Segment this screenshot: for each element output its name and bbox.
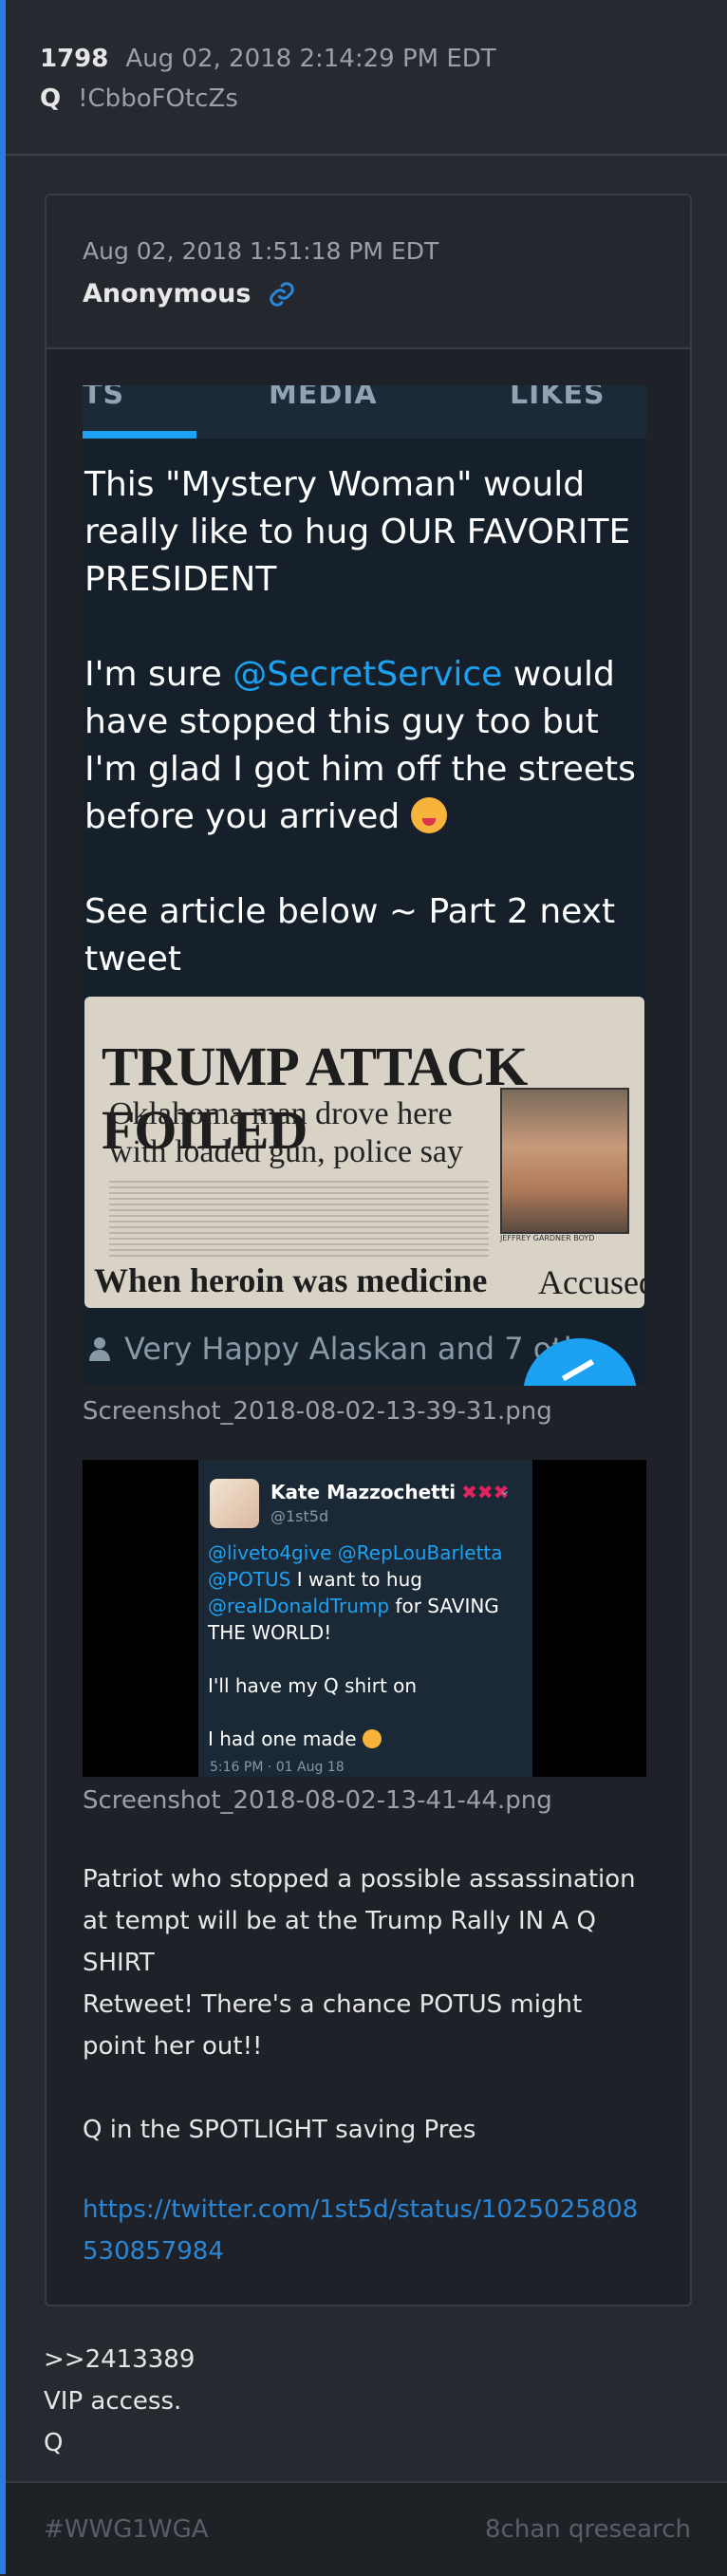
newspaper-subhead: Oklahoma man drove here with loaded gun,… — [109, 1096, 463, 1169]
twitter-link[interactable]: https://twitter.com/1st5d/status/1025025… — [83, 2189, 652, 2272]
tweet-card: Kate Mazzochetti ✖✖✖ @1st5d ⌄ @liveto4gi… — [198, 1460, 532, 1777]
person-icon — [89, 1337, 110, 1361]
quoted-timestamp: Aug 02, 2018 1:51:18 PM EDT — [83, 237, 439, 265]
quoted-post-header: Aug 02, 2018 1:51:18 PM EDT Anonymous — [47, 196, 690, 349]
tab-media: MEDIA — [269, 385, 378, 411]
header-divider — [6, 154, 727, 156]
post-header: 1798 Aug 02, 2018 2:14:29 PM EDT Q !Cbbo… — [40, 42, 704, 116]
tweet-body: @liveto4give @RepLouBarletta @POTUS I wan… — [208, 1541, 503, 1750]
tweet-line-1: This "Mystery Woman" would really like t… — [84, 465, 631, 599]
image1-filename[interactable]: Screenshot_2018-08-02-13-39-31.png — [83, 1397, 552, 1426]
newspaper-bottom-headline-2: Accused — [538, 1263, 644, 1301]
tweet-text: This "Mystery Woman" would really like t… — [84, 461, 640, 1031]
newspaper-clipping: TRUMP ATTACK FOILED Oklahoma man drove h… — [84, 997, 644, 1308]
quoted-author: Anonymous — [83, 279, 252, 308]
quoted-author-row: Anonymous — [83, 279, 296, 308]
post-footer: #WWG1WGA 8chan qresearch — [6, 2481, 727, 2576]
mugshot-photo — [500, 1088, 629, 1234]
tongue-emoji-icon — [410, 797, 447, 833]
reply-signature: Q — [44, 2429, 64, 2457]
quoted-paragraph-1: Patriot who stopped a possible assassina… — [83, 1865, 636, 1977]
twitter-tabs: TS MEDIA LIKES — [83, 385, 646, 439]
likes-row: Very Happy Alaskan and 7 othe — [88, 1331, 602, 1367]
newspaper-masthead — [84, 1002, 644, 1013]
chevron-down-icon: ⌄ — [498, 1481, 512, 1499]
likes-text: Very Happy Alaskan and 7 othe — [124, 1331, 602, 1367]
tongue-emoji-icon — [362, 1729, 382, 1748]
mention-secretservice: @SecretService — [233, 655, 503, 694]
hashtag: #WWG1WGA — [44, 2515, 209, 2544]
tweet-line-2: I'm sure @SecretService would have stopp… — [84, 655, 636, 836]
post-tripcode: !CbboFOtcZs — [78, 84, 238, 113]
link-icon[interactable] — [268, 280, 296, 308]
quoted-paragraph-2: Retweet! There's a chance POTUS might po… — [83, 1990, 583, 2061]
tab-tweets: TS — [83, 385, 125, 411]
post-timestamp: Aug 02, 2018 2:14:29 PM EDT — [125, 45, 496, 73]
newspaper-bottom-headline: When heroin was medicine — [94, 1261, 488, 1299]
tweet-time: 5:16 PM · 01 Aug 18 — [210, 1760, 345, 1775]
newspaper-columns — [109, 1181, 489, 1257]
attached-image-tweet-screenshot-2[interactable]: Kate Mazzochetti ✖✖✖ @1st5d ⌄ @liveto4gi… — [83, 1460, 646, 1777]
reply-reference-link[interactable]: >>2413389 — [44, 2341, 195, 2379]
image2-filename[interactable]: Screenshot_2018-08-02-13-41-44.png — [83, 1786, 552, 1815]
mugshot-caption: JEFFREY GARDNER BOYD — [500, 1234, 595, 1242]
quoted-post-card: Aug 02, 2018 1:51:18 PM EDT Anonymous TS… — [45, 194, 692, 2306]
reply-line-1: VIP access. — [44, 2387, 182, 2416]
tab-likes: LIKES — [510, 385, 606, 411]
post-author: Q — [40, 84, 62, 113]
tweet-line-3: See article below ~ Part 2 next tweet — [84, 892, 616, 979]
quoted-paragraph-3: Q in the SPOTLIGHT saving Pres — [83, 2116, 476, 2144]
tweet-author-handle: @1st5d — [270, 1507, 329, 1525]
tweet-author-name: Kate Mazzochetti ✖✖✖ — [270, 1481, 510, 1503]
post-number[interactable]: 1798 — [40, 42, 108, 76]
active-tab-indicator — [83, 431, 196, 439]
avatar — [210, 1479, 259, 1528]
source-site: 8chan qresearch — [485, 2515, 691, 2544]
attached-image-tweet-screenshot[interactable]: TS MEDIA LIKES This "Mystery Woman" woul… — [83, 385, 646, 1386]
post-page: 1798 Aug 02, 2018 2:14:29 PM EDT Q !Cbbo… — [6, 0, 727, 2576]
